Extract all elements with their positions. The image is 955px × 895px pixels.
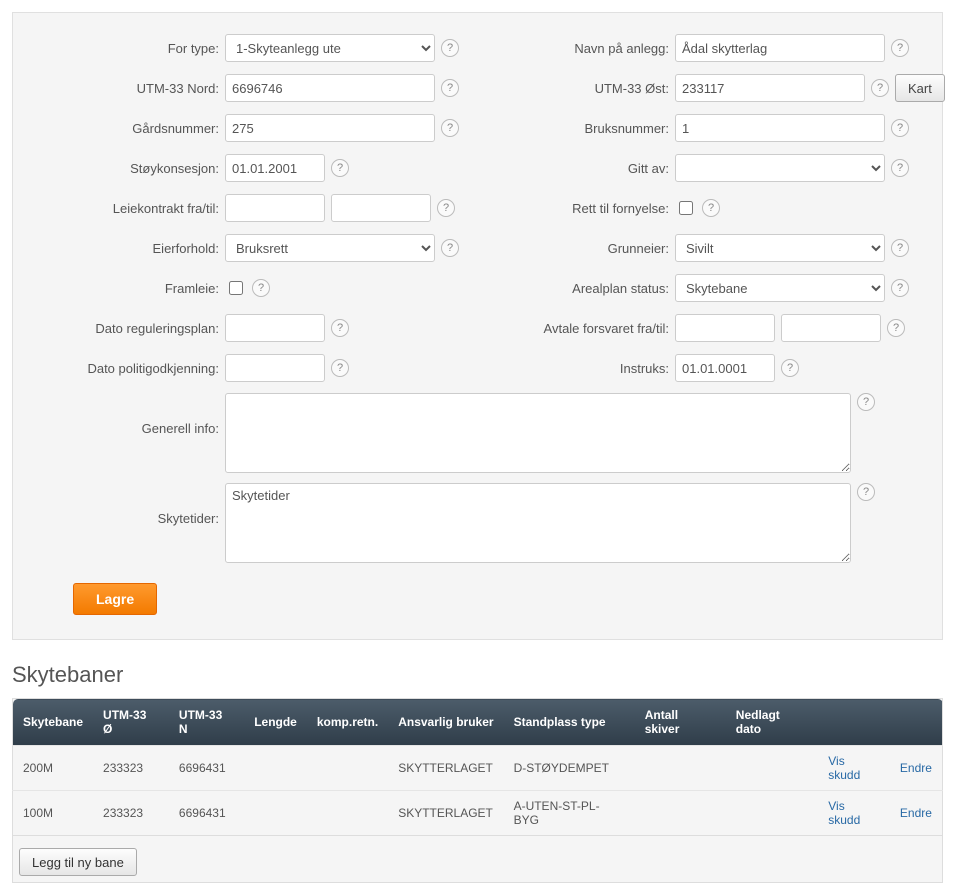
areal-select[interactable]: Skytebane [675,274,885,302]
help-icon[interactable]: ? [331,359,349,377]
form-panel: For type: 1-Skyteanlegg ute ? Navn på an… [12,12,943,640]
table-row: 100M2333236696431SKYTTERLAGETA-UTEN-ST-P… [13,791,943,836]
help-icon[interactable]: ? [781,359,799,377]
help-icon[interactable]: ? [441,119,459,137]
label-avtale: Avtale forsvaret fra/til: [483,321,669,336]
help-icon[interactable]: ? [437,199,455,217]
help-icon[interactable]: ? [331,159,349,177]
help-icon[interactable]: ? [891,39,909,57]
table-header: UTM-33 N [169,699,244,746]
help-icon[interactable]: ? [891,119,909,137]
navn-input[interactable] [675,34,885,62]
for-type-select[interactable]: 1-Skyteanlegg ute [225,34,435,62]
endre-link[interactable]: Endre [900,761,932,775]
gen-info-textarea[interactable] [225,393,851,473]
help-icon[interactable]: ? [702,199,720,217]
help-icon[interactable]: ? [891,159,909,177]
table-header: Standplass type [504,699,635,746]
avtale-fra-input[interactable] [675,314,775,342]
skytebaner-table: SkytebaneUTM-33 ØUTM-33 NLengdekomp.retn… [12,698,943,836]
help-icon[interactable]: ? [441,39,459,57]
framleie-checkbox[interactable] [229,281,243,295]
utm-o-input[interactable] [675,74,865,102]
label-gards: Gårdsnummer: [33,121,219,136]
table-header: UTM-33 Ø [93,699,169,746]
label-navn: Navn på anlegg: [483,41,669,56]
dato-reg-input[interactable] [225,314,325,342]
help-icon[interactable]: ? [857,393,875,411]
grunn-select[interactable]: Sivilt [675,234,885,262]
help-icon[interactable]: ? [887,319,905,337]
label-gitt-av: Gitt av: [483,161,669,176]
rett-checkbox[interactable] [679,201,693,215]
label-utm-o: UTM-33 Øst: [483,81,669,96]
help-icon[interactable]: ? [441,79,459,97]
label-leie: Leiekontrakt fra/til: [33,201,219,216]
legg-til-button[interactable]: Legg til ny bane [19,848,137,876]
leie-fra-input[interactable] [225,194,325,222]
label-utm-n: UTM-33 Nord: [33,81,219,96]
leie-til-input[interactable] [331,194,431,222]
label-grunn: Grunneier: [483,241,669,256]
gards-input[interactable] [225,114,435,142]
help-icon[interactable]: ? [331,319,349,337]
label-for-type: For type: [33,41,219,56]
label-rett: Rett til fornyelse: [483,201,669,216]
instruks-input[interactable] [675,354,775,382]
table-header: Ansvarlig bruker [388,699,503,746]
lagre-button[interactable]: Lagre [73,583,157,615]
dato-pol-input[interactable] [225,354,325,382]
help-icon[interactable]: ? [441,239,459,257]
kart-button[interactable]: Kart [895,74,945,102]
table-header: Lengde [244,699,307,746]
table-header: Antall skiver [635,699,726,746]
label-stoy: Støykonsesjon: [33,161,219,176]
table-header: Skytebane [13,699,94,746]
label-gen-info: Generell info: [33,393,219,436]
endre-link[interactable]: Endre [900,806,932,820]
label-areal: Arealplan status: [483,281,669,296]
table-header: Nedlagt dato [726,699,818,746]
help-icon[interactable]: ? [891,239,909,257]
vis-skudd-link[interactable]: Vis skudd [828,799,860,827]
skytetider-textarea[interactable]: Skytetider [225,483,851,563]
vis-skudd-link[interactable]: Vis skudd [828,754,860,782]
label-skytetider: Skytetider: [33,483,219,526]
label-eier: Eierforhold: [33,241,219,256]
help-icon[interactable]: ? [252,279,270,297]
help-icon[interactable]: ? [871,79,889,97]
help-icon[interactable]: ? [857,483,875,501]
avtale-til-input[interactable] [781,314,881,342]
table-header: komp.retn. [307,699,388,746]
stoy-input[interactable] [225,154,325,182]
help-icon[interactable]: ? [891,279,909,297]
label-dato-pol: Dato politigodkjenning: [33,361,219,376]
table-row: 200M2333236696431SKYTTERLAGETD-STØYDEMPE… [13,746,943,791]
gitt-av-select[interactable] [675,154,885,182]
label-bruks: Bruksnummer: [483,121,669,136]
utm-n-input[interactable] [225,74,435,102]
label-framleie: Framleie: [33,281,219,296]
eier-select[interactable]: Bruksrett [225,234,435,262]
bruks-input[interactable] [675,114,885,142]
label-dato-reg: Dato reguleringsplan: [33,321,219,336]
label-instruks: Instruks: [483,361,669,376]
section-title: Skytebaner [12,662,943,688]
